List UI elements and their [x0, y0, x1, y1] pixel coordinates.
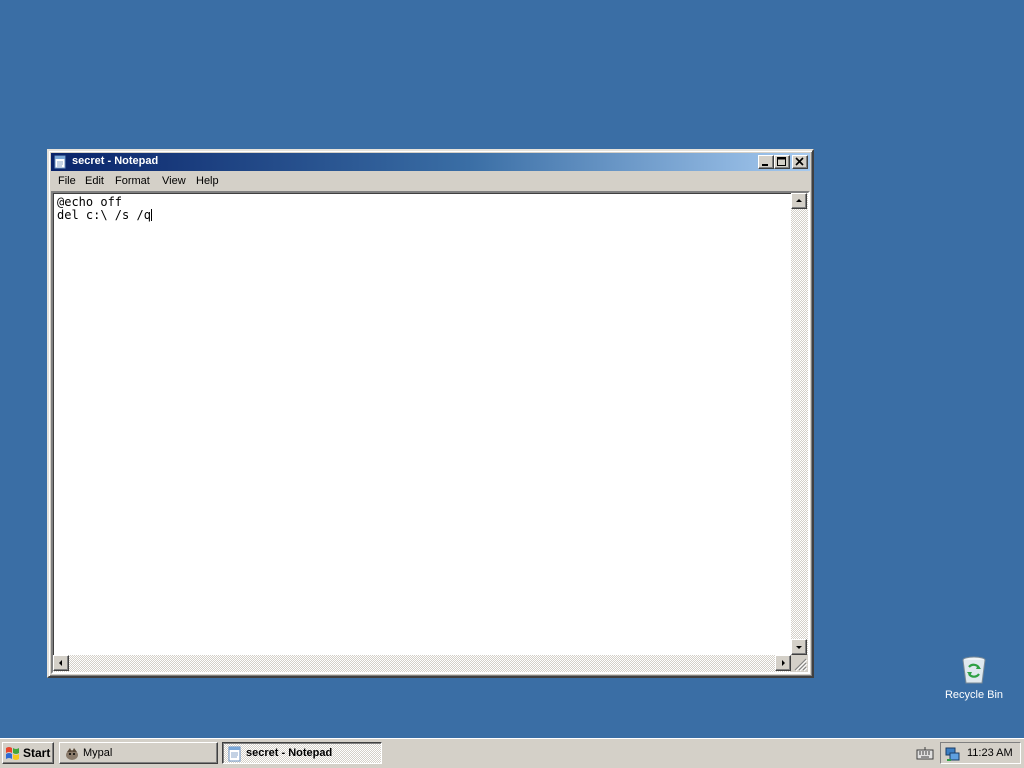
arrow-right-icon: [782, 660, 785, 666]
recycle-bin-shortcut[interactable]: Recycle Bin: [936, 654, 1012, 712]
clock[interactable]: 11:23 AM: [967, 747, 1013, 759]
start-label: Start: [23, 746, 51, 760]
scroll-left-button[interactable]: [53, 655, 69, 671]
vertical-scrollbar[interactable]: [791, 193, 808, 655]
horizontal-scrollbar[interactable]: [53, 655, 791, 672]
desktop: secret - Notepad File Edit Format View H…: [0, 0, 1024, 738]
scroll-right-button[interactable]: [775, 655, 791, 671]
system-tray: 11:23 AM: [940, 742, 1021, 764]
title-bar[interactable]: secret - Notepad: [51, 153, 810, 171]
minimize-icon: [762, 164, 768, 166]
taskbar: Start Mypal secret - Notepad 11:23 AM: [0, 738, 1024, 768]
menu-format[interactable]: Format: [115, 175, 150, 187]
menu-help[interactable]: Help: [196, 175, 219, 187]
resize-grip-icon: [794, 658, 808, 672]
scroll-down-button[interactable]: [791, 639, 807, 655]
text-line: del c:\ /s /q: [57, 208, 151, 222]
editor-frame: @echo off del c:\ /s /q: [51, 191, 810, 674]
recycle-bin-label: Recycle Bin: [944, 689, 1004, 701]
menu-file[interactable]: File: [58, 175, 76, 187]
arrow-down-icon: [796, 646, 802, 649]
menu-view[interactable]: View: [162, 175, 186, 187]
taskbar-item-notepad[interactable]: secret - Notepad: [222, 742, 382, 764]
notepad-icon: [228, 746, 241, 762]
arrow-left-icon: [59, 660, 62, 666]
maximize-button[interactable]: [774, 155, 790, 169]
text-editor[interactable]: @echo off del c:\ /s /q: [54, 194, 791, 655]
window-title: secret - Notepad: [72, 155, 159, 167]
keyboard-icon[interactable]: [916, 747, 934, 761]
size-grip[interactable]: [791, 655, 808, 672]
mypal-icon: [66, 748, 78, 760]
text-line: @echo off: [57, 195, 123, 209]
maximize-icon: [777, 157, 786, 166]
windows-logo-icon: [6, 747, 19, 760]
start-button[interactable]: Start: [2, 742, 54, 764]
taskbar-item-label: Mypal: [83, 747, 113, 759]
taskbar-item-mypal[interactable]: Mypal: [59, 742, 218, 764]
menu-bar: File Edit Format View Help: [51, 172, 810, 191]
arrow-up-icon: [796, 199, 802, 202]
network-icon[interactable]: [945, 746, 961, 762]
notepad-icon: [54, 155, 66, 169]
scroll-up-button[interactable]: [791, 193, 807, 209]
text-caret: [150, 209, 152, 221]
menu-edit[interactable]: Edit: [85, 175, 104, 187]
taskbar-item-label: secret - Notepad: [246, 747, 333, 759]
recycle-bin-icon: [962, 656, 986, 684]
close-icon: [795, 157, 804, 166]
notepad-window: secret - Notepad File Edit Format View H…: [47, 149, 814, 678]
minimize-button[interactable]: [758, 155, 774, 169]
close-button[interactable]: [792, 155, 808, 169]
